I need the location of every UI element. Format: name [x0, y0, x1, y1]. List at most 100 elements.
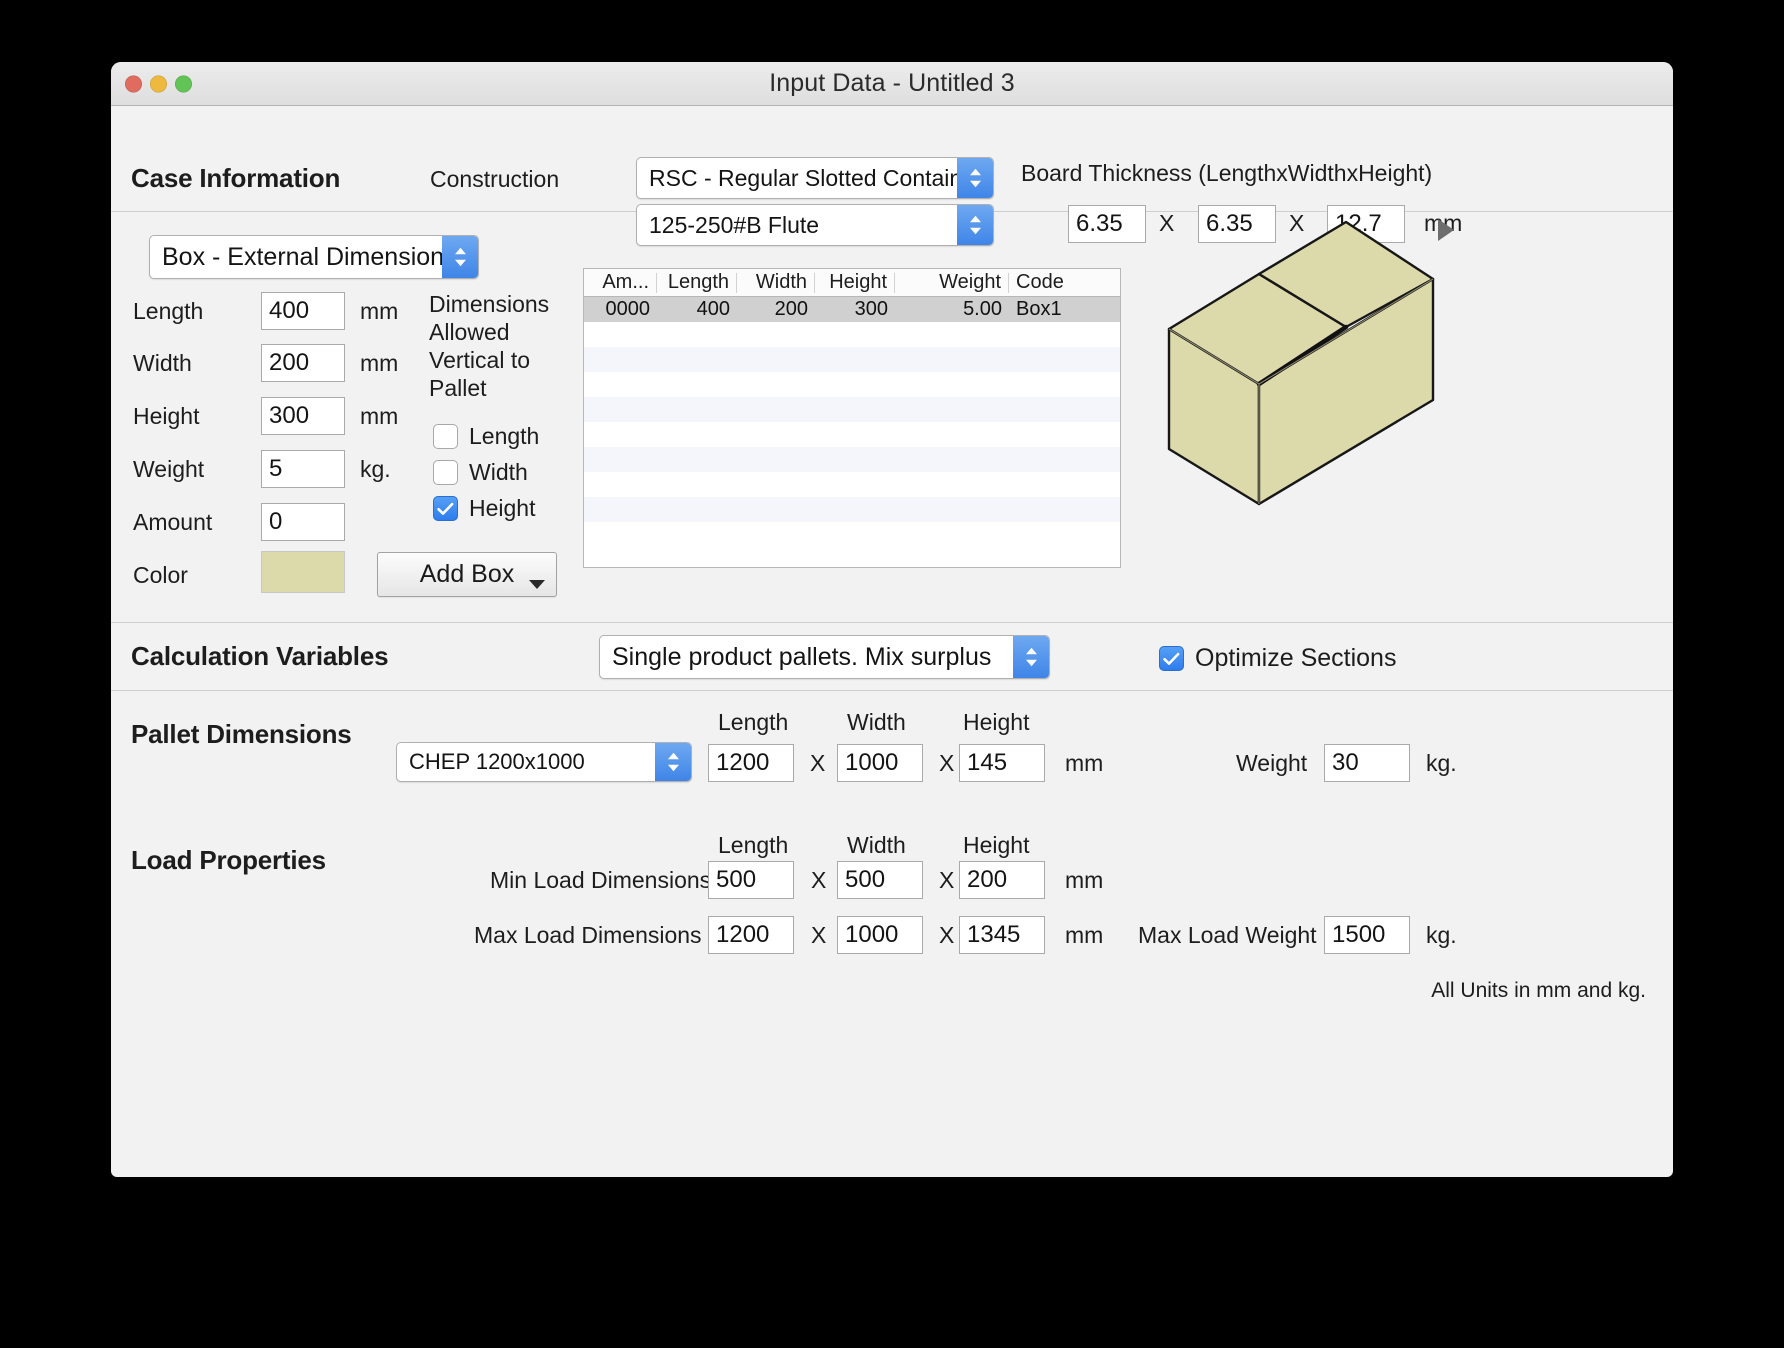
table-row-empty[interactable] [584, 472, 1120, 497]
checkmark-icon [433, 496, 458, 521]
load-col-width-label: Width [847, 832, 906, 858]
pallet-separator-2: X [939, 750, 955, 776]
pallet-height-input[interactable]: 145 [959, 744, 1045, 782]
construction-select-value: RSC - Regular Slotted Container [649, 164, 983, 191]
chevron-updown-icon [957, 158, 993, 198]
pallet-width-input[interactable]: 1000 [837, 744, 923, 782]
window-content: Case Information Construction RSC - Regu… [111, 106, 1673, 1177]
table-header-row: Am... Length Width Height Weight Code [584, 269, 1120, 297]
pallet-type-value: CHEP 1200x1000 [409, 749, 585, 774]
max-load-weight-units: kg. [1426, 922, 1457, 948]
input-data-window: Input Data - Untitled 3 Case Information… [111, 62, 1673, 1177]
box-length-label: Length [133, 298, 204, 324]
vertical-width-label: Width [469, 459, 528, 485]
table-row-empty[interactable] [584, 497, 1120, 522]
vertical-height-label: Height [469, 495, 536, 521]
window-titlebar: Input Data - Untitled 3 [111, 62, 1673, 106]
optimize-sections-checkbox[interactable]: Optimize Sections [1159, 644, 1396, 673]
minimize-button[interactable] [150, 75, 167, 92]
max-load-length-input[interactable]: 1200 [708, 916, 794, 954]
pallet-weight-units: kg. [1426, 750, 1457, 776]
table-row-empty[interactable] [584, 447, 1120, 472]
calculation-variables-heading: Calculation Variables [131, 641, 389, 671]
vertical-length-checkbox[interactable]: Length [433, 423, 539, 450]
min-load-height-input[interactable]: 200 [959, 861, 1045, 899]
optimize-sections-label: Optimize Sections [1195, 644, 1397, 672]
close-button[interactable] [125, 75, 142, 92]
table-row-empty[interactable] [584, 372, 1120, 397]
window-title: Input Data - Untitled 3 [769, 69, 1015, 97]
th-height[interactable]: Height [815, 272, 895, 293]
table-row-empty[interactable] [584, 347, 1120, 372]
cell-height: 300 [854, 298, 888, 320]
box-weight-input[interactable]: 5 [261, 450, 345, 488]
max-load-dimensions-label: Max Load Dimensions [474, 922, 702, 948]
table-row-empty[interactable] [584, 422, 1120, 447]
add-box-button-label: Add Box [419, 560, 515, 588]
checkbox-box-icon [433, 424, 458, 449]
box-width-label: Width [133, 350, 192, 376]
load-col-length-label: Length [718, 832, 789, 858]
calculation-variables-section: Calculation Variables Single product pal… [111, 623, 1673, 690]
construction-label: Construction [430, 166, 560, 192]
box-list-table[interactable]: Am... Length Width Height Weight Code 00… [583, 268, 1121, 568]
box-weight-label: Weight [133, 456, 205, 482]
load-properties-heading: Load Properties [131, 845, 326, 875]
min-load-separator-1: X [811, 867, 827, 893]
box-width-unit: mm [360, 350, 399, 376]
th-amount[interactable]: Am... [584, 272, 657, 293]
vertical-height-checkbox[interactable]: Height [433, 495, 535, 522]
box-height-input[interactable]: 300 [261, 397, 345, 435]
pallet-type-select[interactable]: CHEP 1200x1000 [396, 742, 692, 782]
vertical-width-checkbox[interactable]: Width [433, 459, 528, 486]
pallet-col-width-label: Width [847, 709, 906, 735]
chevron-updown-icon [655, 743, 691, 781]
cell-length: 400 [696, 298, 730, 320]
maximize-button[interactable] [175, 75, 192, 92]
box-length-input[interactable]: 400 [261, 292, 345, 330]
vertical-note-line-2: Allowed [429, 319, 510, 345]
calculation-mode-select[interactable]: Single product pallets. Mix surplus [599, 635, 1050, 679]
pallet-length-input[interactable]: 1200 [708, 744, 794, 782]
box-dimension-mode-select[interactable]: Box - External Dimensions [149, 235, 479, 279]
max-load-separator-2: X [939, 922, 955, 948]
add-box-button[interactable]: Add Box [377, 552, 557, 597]
box-color-swatch[interactable] [261, 551, 345, 593]
construction-select[interactable]: RSC - Regular Slotted Container [636, 157, 994, 199]
caret-down-icon[interactable] [529, 580, 545, 589]
pallet-weight-label: Weight [1236, 750, 1308, 776]
th-code[interactable]: Code [1009, 273, 1120, 293]
box-color-label: Color [133, 562, 188, 588]
load-col-height-label: Height [963, 832, 1030, 858]
th-weight[interactable]: Weight [895, 272, 1009, 293]
window-controls [125, 75, 192, 92]
pallet-col-length-label: Length [718, 709, 789, 735]
box-width-input[interactable]: 200 [261, 344, 345, 382]
box-3d-preview [1156, 204, 1446, 514]
pallet-weight-input[interactable]: 30 [1324, 744, 1410, 782]
calculation-mode-value: Single product pallets. Mix surplus [612, 642, 992, 671]
box-amount-input[interactable]: 0 [261, 503, 345, 541]
max-load-width-input[interactable]: 1000 [837, 916, 923, 954]
min-load-width-input[interactable]: 500 [837, 861, 923, 899]
min-load-length-input[interactable]: 500 [708, 861, 794, 899]
th-width[interactable]: Width [737, 272, 815, 293]
th-length[interactable]: Length [657, 272, 737, 293]
max-load-weight-label: Max Load Weight [1138, 922, 1317, 948]
pallet-col-height-label: Height [963, 709, 1030, 735]
cell-weight: 5.00 [963, 298, 1002, 320]
table-row[interactable]: 0000 400 200 300 5.00 Box1 [584, 297, 1120, 322]
table-row-empty[interactable] [584, 522, 1120, 547]
max-load-height-input[interactable]: 1345 [959, 916, 1045, 954]
case-information-heading: Case Information [131, 163, 341, 193]
table-row-empty[interactable] [584, 397, 1120, 422]
max-load-separator-1: X [811, 922, 827, 948]
dimensions-allowed-vertical-note: Dimensions Allowed Vertical to Pallet [429, 290, 569, 402]
min-load-units: mm [1065, 867, 1104, 893]
table-row-empty[interactable] [584, 322, 1120, 347]
max-load-weight-input[interactable]: 1500 [1324, 916, 1410, 954]
vertical-length-label: Length [469, 423, 540, 449]
pallet-units: mm [1065, 750, 1104, 776]
board-thickness-label: Board Thickness (LengthxWidthxHeight) [1021, 160, 1433, 186]
cell-amount: 0000 [605, 298, 651, 320]
